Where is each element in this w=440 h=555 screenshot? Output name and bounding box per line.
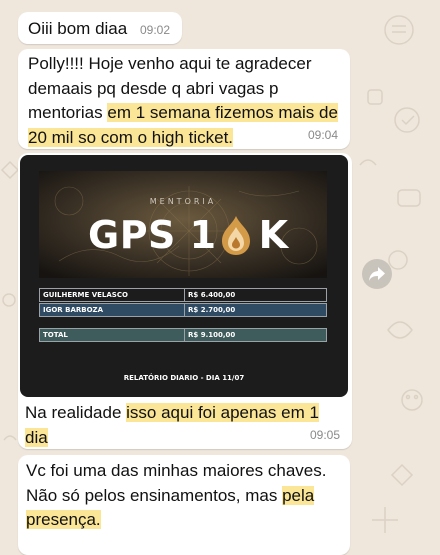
forward-button[interactable] — [362, 259, 392, 289]
message-time: 09:02 — [139, 23, 170, 37]
message-text: Polly!!!! Hoje venho aqui te agradecer d… — [28, 52, 346, 150]
seller-value: R$ 2.700,00 — [188, 306, 236, 314]
message-text: Oiii bom diaa — [28, 19, 128, 38]
message-time: 09:05 — [309, 428, 340, 442]
cell-divider — [184, 289, 185, 301]
message-bubble[interactable]: Vc foi uma das minhas maiores chaves. Nã… — [18, 455, 350, 555]
message-text: Vc foi uma das minhas maiores chaves. Nã… — [26, 459, 346, 533]
report-image[interactable]: MENTORIA GPS 1 K GUILHERME VELASCO R$ 6.… — [20, 155, 348, 397]
table-row: IGOR BARBOZA R$ 2.700,00 — [39, 303, 327, 317]
forward-arrow-icon — [369, 267, 385, 281]
message-time: 09:04 — [307, 128, 338, 142]
total-label: TOTAL — [43, 331, 68, 339]
cell-divider — [184, 329, 185, 341]
cell-divider — [184, 304, 185, 316]
total-row: TOTAL R$ 9.100,00 — [39, 328, 327, 342]
message-bubble[interactable]: Oiii bom diaa 09:02 — [18, 12, 182, 44]
message-text-segment: Na realidade — [25, 403, 127, 422]
report-footer: RELATÓRIO DIARIO - DIA 11/07 — [123, 374, 245, 382]
seller-name: IGOR BARBOZA — [43, 306, 104, 314]
brand-title-left: GPS 1 — [88, 213, 217, 257]
total-value: R$ 9.100,00 — [188, 331, 236, 339]
brand-logo: GPS 1 K — [88, 210, 289, 260]
seller-value: R$ 6.400,00 — [188, 291, 236, 299]
flame-logo-icon — [221, 216, 250, 255]
seller-name: GUILHERME VELASCO — [43, 291, 128, 299]
brand-title-right: K — [258, 213, 289, 257]
table-row: GUILHERME VELASCO R$ 6.400,00 — [39, 288, 327, 302]
image-message-bubble[interactable]: MENTORIA GPS 1 K GUILHERME VELASCO R$ 6.… — [18, 153, 352, 449]
message-bubble[interactable]: Polly!!!! Hoje venho aqui te agradecer d… — [18, 49, 350, 149]
image-caption: Na realidade isso aqui foi apenas em 1 d… — [25, 401, 345, 450]
banner-subtitle: MENTORIA — [149, 197, 217, 206]
brand-banner: MENTORIA GPS 1 K — [39, 171, 327, 278]
